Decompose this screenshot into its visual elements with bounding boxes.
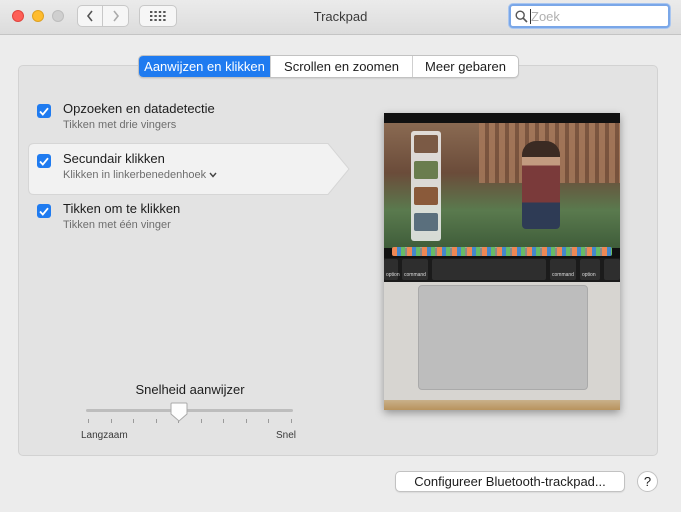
tap-to-click-checkbox[interactable] (37, 204, 51, 218)
preview-key: command (550, 259, 576, 280)
search-icon (515, 10, 528, 23)
tab-bar: Aanwijzen en klikken Scrollen en zoomen … (138, 55, 519, 78)
slider-tick (268, 419, 269, 423)
preview-trackpad (418, 285, 588, 390)
slider-tick (223, 419, 224, 423)
tab-more-gestures[interactable]: Meer gebaren (412, 56, 518, 77)
slider-tick (291, 419, 292, 423)
slider-tick (201, 419, 202, 423)
option-title: Opzoeken en datadetectie (63, 101, 215, 116)
preview-photo (384, 123, 620, 248)
checkmark-icon (39, 207, 49, 216)
slider-tick (133, 419, 134, 423)
option-title: Secundair klikken (63, 151, 165, 166)
secondary-click-checkbox[interactable] (37, 154, 51, 168)
secondary-click-dropdown[interactable]: Klikken in linkerbenedenhoek (63, 169, 217, 181)
slider-tick (88, 419, 89, 423)
search-field[interactable] (509, 4, 670, 28)
tracking-speed-label: Snelheid aanwijzer (135, 382, 245, 397)
dropdown-value: Klikken in linkerbenedenhoek (63, 169, 207, 181)
help-button[interactable]: ? (637, 471, 658, 492)
preview-key: command (402, 259, 428, 280)
setup-bluetooth-trackpad-button[interactable]: Configureer Bluetooth-trackpad... (395, 471, 625, 492)
slider-tick (111, 419, 112, 423)
tab-point-and-click[interactable]: Aanwijzen en klikken (139, 56, 270, 77)
slow-label: Langzaam (81, 430, 128, 441)
preview-thumbnail (414, 161, 438, 179)
option-title: Tikken om te klikken (63, 201, 181, 216)
preview-keyboard: option command command option (384, 258, 620, 282)
fast-label: Snel (276, 430, 297, 441)
checkmark-icon (39, 107, 49, 116)
search-input[interactable] (531, 8, 661, 24)
preview-person (522, 141, 560, 229)
preview-screen (384, 113, 620, 258)
chevron-down-icon (209, 172, 217, 178)
preview-key: option (580, 259, 600, 280)
preview-key (604, 259, 620, 280)
slider-tick (246, 419, 247, 423)
title-bar: Trackpad (0, 0, 681, 35)
preview-thumbnail (414, 213, 438, 231)
preview-thumbnail (414, 187, 438, 205)
lookup-checkbox[interactable] (37, 104, 51, 118)
option-subtitle: Tikken met één vinger (63, 219, 171, 231)
tab-scroll-and-zoom[interactable]: Scrollen en zoomen (270, 56, 412, 77)
preview-table (384, 400, 620, 410)
preview-dock (392, 247, 612, 256)
preview-photo-sidebar (411, 131, 441, 241)
gesture-preview-video: option command command option (384, 113, 620, 410)
checkmark-icon (39, 157, 49, 166)
tracking-speed-slider-thumb[interactable] (170, 402, 188, 422)
preview-thumbnail (414, 135, 438, 153)
preview-key: option (384, 259, 400, 280)
option-subtitle: Tikken met drie vingers (63, 119, 177, 131)
preview-spacebar (432, 259, 546, 280)
tracking-speed-track[interactable] (86, 409, 293, 412)
slider-tick (156, 419, 157, 423)
